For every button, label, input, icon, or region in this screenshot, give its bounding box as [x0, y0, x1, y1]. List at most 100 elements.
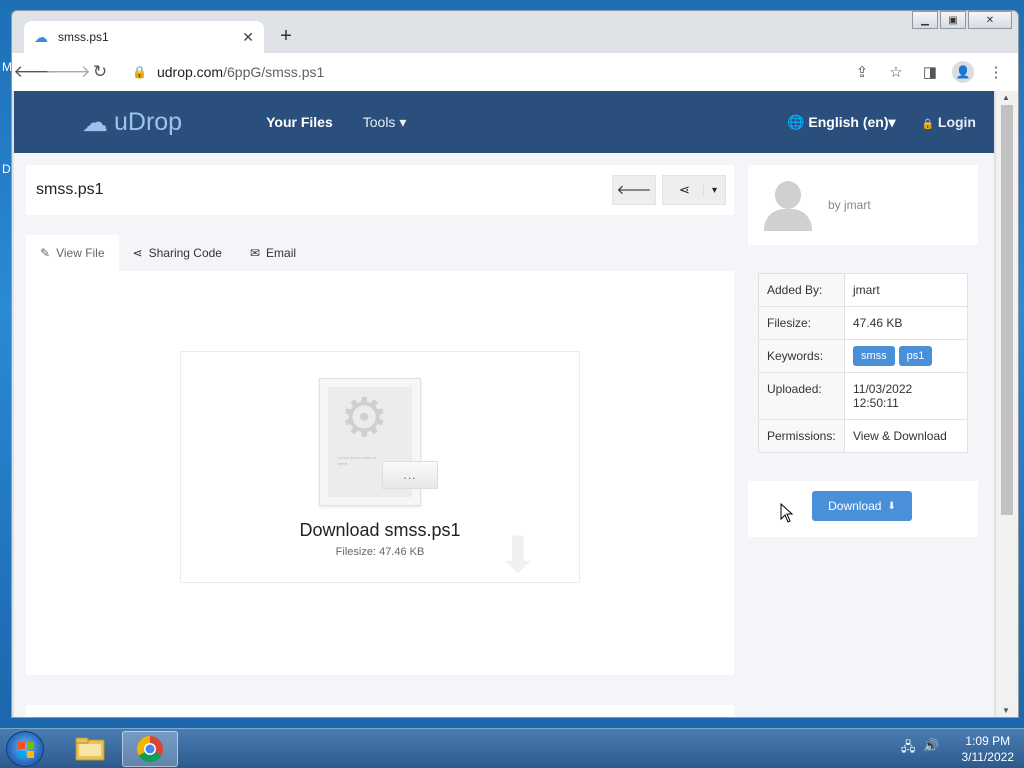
vertical-scrollbar[interactable]: ▲ ▼ — [996, 91, 1018, 717]
mouse-cursor-icon — [780, 503, 794, 523]
uploader-card: by jmart — [748, 165, 978, 245]
upload-date: 11/03/2022 — [853, 382, 913, 396]
nav-tools-dropdown[interactable]: Tools ▾ — [363, 114, 407, 131]
cloud-upload-icon: ☁ — [82, 106, 108, 137]
back-arrow-button[interactable]: 🡐 — [612, 175, 656, 205]
info-label: Filesize: — [758, 306, 845, 340]
file-main-column: smss.ps1 🡐 ⋖ ▾ ✎ View File ⋖ Sharing Cod… — [26, 165, 734, 717]
cloud-upload-icon: ☁ — [34, 29, 48, 45]
clock-date: 3/11/2022 — [961, 750, 1015, 764]
file-preview-image: ⚙ Lorem ipsum dolor sit amet ... — [319, 378, 438, 506]
tab-title: smss.ps1 — [58, 30, 109, 44]
download-filesize: Filesize: 47.46 KB — [335, 546, 425, 558]
upload-time: 12:50:11 — [853, 396, 899, 410]
profile-icon[interactable]: 👤 — [952, 61, 974, 83]
bottom-card — [26, 705, 734, 717]
globe-icon: 🌐 — [787, 113, 805, 130]
chrome-taskbar-button[interactable] — [122, 731, 178, 767]
table-row: Filesize: 47.46 KB — [758, 306, 968, 340]
info-label: Permissions: — [758, 419, 845, 453]
info-value: jmart — [844, 273, 968, 307]
download-title[interactable]: Download smss.ps1 — [181, 520, 579, 541]
arrow-left-icon: 🡐 — [616, 182, 652, 197]
url-path: /6ppG/smss.ps1 — [223, 64, 325, 80]
tab-label: View File — [56, 246, 105, 260]
download-button[interactable]: Download ⬇ — [812, 491, 912, 521]
windows-flag-icon — [18, 742, 34, 758]
volume-icon[interactable]: 🔊 — [923, 738, 939, 760]
file-info-table: Added By: jmart Filesize: 47.46 KB Keywo… — [758, 273, 968, 453]
clock[interactable]: 1:09 PM 3/11/2022 — [962, 733, 1015, 765]
lock-icon: 🔒 — [132, 65, 147, 79]
folder-icon — [75, 737, 105, 761]
tab-email[interactable]: ✉ Email — [236, 235, 310, 271]
file-preview-panel: ⬇ ⚙ Lorem ipsum dolor sit amet ... Downl… — [26, 271, 734, 675]
table-row: Added By: jmart — [758, 273, 968, 307]
avatar — [762, 179, 814, 231]
info-value: 47.46 KB — [844, 306, 968, 340]
page-viewport: ☁ uDrop Your Files Tools ▾ 🌐 English (en… — [14, 91, 994, 717]
info-keywords: smss ps1 — [844, 339, 968, 373]
login-link[interactable]: 🔒 Login — [922, 114, 976, 130]
tab-label: Email — [266, 246, 297, 260]
site-navbar: ☁ uDrop Your Files Tools ▾ 🌐 English (en… — [14, 91, 994, 153]
table-row: Uploaded: 11/03/2022 12:50:11 — [758, 372, 968, 420]
file-tabs: ✎ View File ⋖ Sharing Code ✉ Email — [26, 235, 734, 271]
language-label: English (en)▾ — [808, 113, 896, 130]
bookmark-star-icon[interactable]: ☆ — [884, 60, 908, 84]
side-panel-icon[interactable]: ◨ — [918, 60, 942, 84]
info-label: Uploaded: — [758, 372, 845, 420]
table-row: Keywords: smss ps1 — [758, 339, 968, 373]
browser-window: ▁ ▣ ✕ ☁ smss.ps1 ✕ + 🡐 🡒 ↻ 🔒 udrop.com/6… — [11, 10, 1019, 718]
envelope-icon: ✉ — [249, 246, 261, 260]
login-label: Login — [937, 114, 976, 130]
taskbar: 🖧 🔊 1:09 PM 3/11/2022 — [0, 728, 1024, 768]
keyword-tag[interactable]: smss — [853, 346, 895, 366]
browser-tab[interactable]: ☁ smss.ps1 ✕ — [24, 21, 264, 53]
download-card[interactable]: ⬇ ⚙ Lorem ipsum dolor sit amet ... Downl… — [180, 351, 580, 583]
scrollbar-thumb[interactable] — [1001, 105, 1013, 515]
info-label: Added By: — [758, 273, 845, 307]
tab-label: Sharing Code — [148, 246, 222, 260]
clock-time: 1:09 PM — [965, 734, 1011, 748]
tab-sharing-code[interactable]: ⋖ Sharing Code — [119, 235, 236, 271]
eye-icon: ✎ — [40, 246, 51, 260]
menu-kebab-icon[interactable]: ⋮ — [984, 60, 1008, 84]
share-icon: ⋖ — [679, 182, 690, 197]
lock-icon: 🔒 — [921, 119, 934, 130]
logo-text: uDrop — [114, 107, 183, 136]
more-dots: ... — [382, 461, 438, 489]
keyword-tag[interactable]: ps1 — [898, 346, 933, 366]
address-bar[interactable]: 🔒 udrop.com/6ppG/smss.ps1 — [122, 57, 840, 87]
gear-icon: ⚙ — [340, 388, 389, 448]
browser-toolbar: 🡐 🡒 ↻ 🔒 udrop.com/6ppG/smss.ps1 ⇪ ☆ ◨ 👤 … — [12, 53, 1018, 91]
share-button[interactable]: ⋖ ▾ — [662, 175, 726, 205]
close-tab-icon[interactable]: ✕ — [242, 29, 254, 46]
share-icon: ⋖ — [132, 246, 143, 260]
start-button[interactable] — [6, 731, 44, 767]
info-label: Keywords: — [758, 339, 845, 373]
info-value: View & Download — [844, 419, 968, 453]
download-label: Download — [828, 499, 882, 513]
url-host: udrop.com — [156, 64, 224, 80]
site-logo[interactable]: ☁ uDrop — [82, 107, 182, 138]
reload-button[interactable]: ↻ — [86, 58, 114, 86]
nav-your-files[interactable]: Your Files — [266, 114, 333, 130]
tab-strip: ☁ smss.ps1 ✕ + — [12, 11, 1018, 53]
file-sidebar: by jmart Added By: jmart Filesize: 47.46… — [748, 165, 978, 537]
caret-down-icon[interactable]: ▾ — [703, 184, 725, 196]
file-title: smss.ps1 — [36, 181, 104, 198]
explorer-taskbar-button[interactable] — [62, 731, 118, 767]
table-row: Permissions: View & Download — [758, 419, 968, 453]
download-arrow-icon: ⬇ — [887, 500, 896, 512]
share-icon[interactable]: ⇪ — [850, 60, 874, 84]
uploader-by: by jmart — [828, 198, 871, 212]
desktop-icon-label: D — [2, 162, 11, 176]
forward-button[interactable]: 🡒 — [45, 58, 91, 86]
language-selector[interactable]: 🌐 English (en)▾ — [787, 114, 895, 131]
network-icon[interactable]: 🖧 — [901, 738, 916, 760]
scroll-up-icon[interactable]: ▲ — [1002, 93, 1010, 102]
scroll-down-icon[interactable]: ▼ — [1002, 706, 1010, 715]
tab-view-file[interactable]: ✎ View File — [26, 235, 119, 271]
new-tab-button[interactable]: + — [274, 25, 298, 49]
